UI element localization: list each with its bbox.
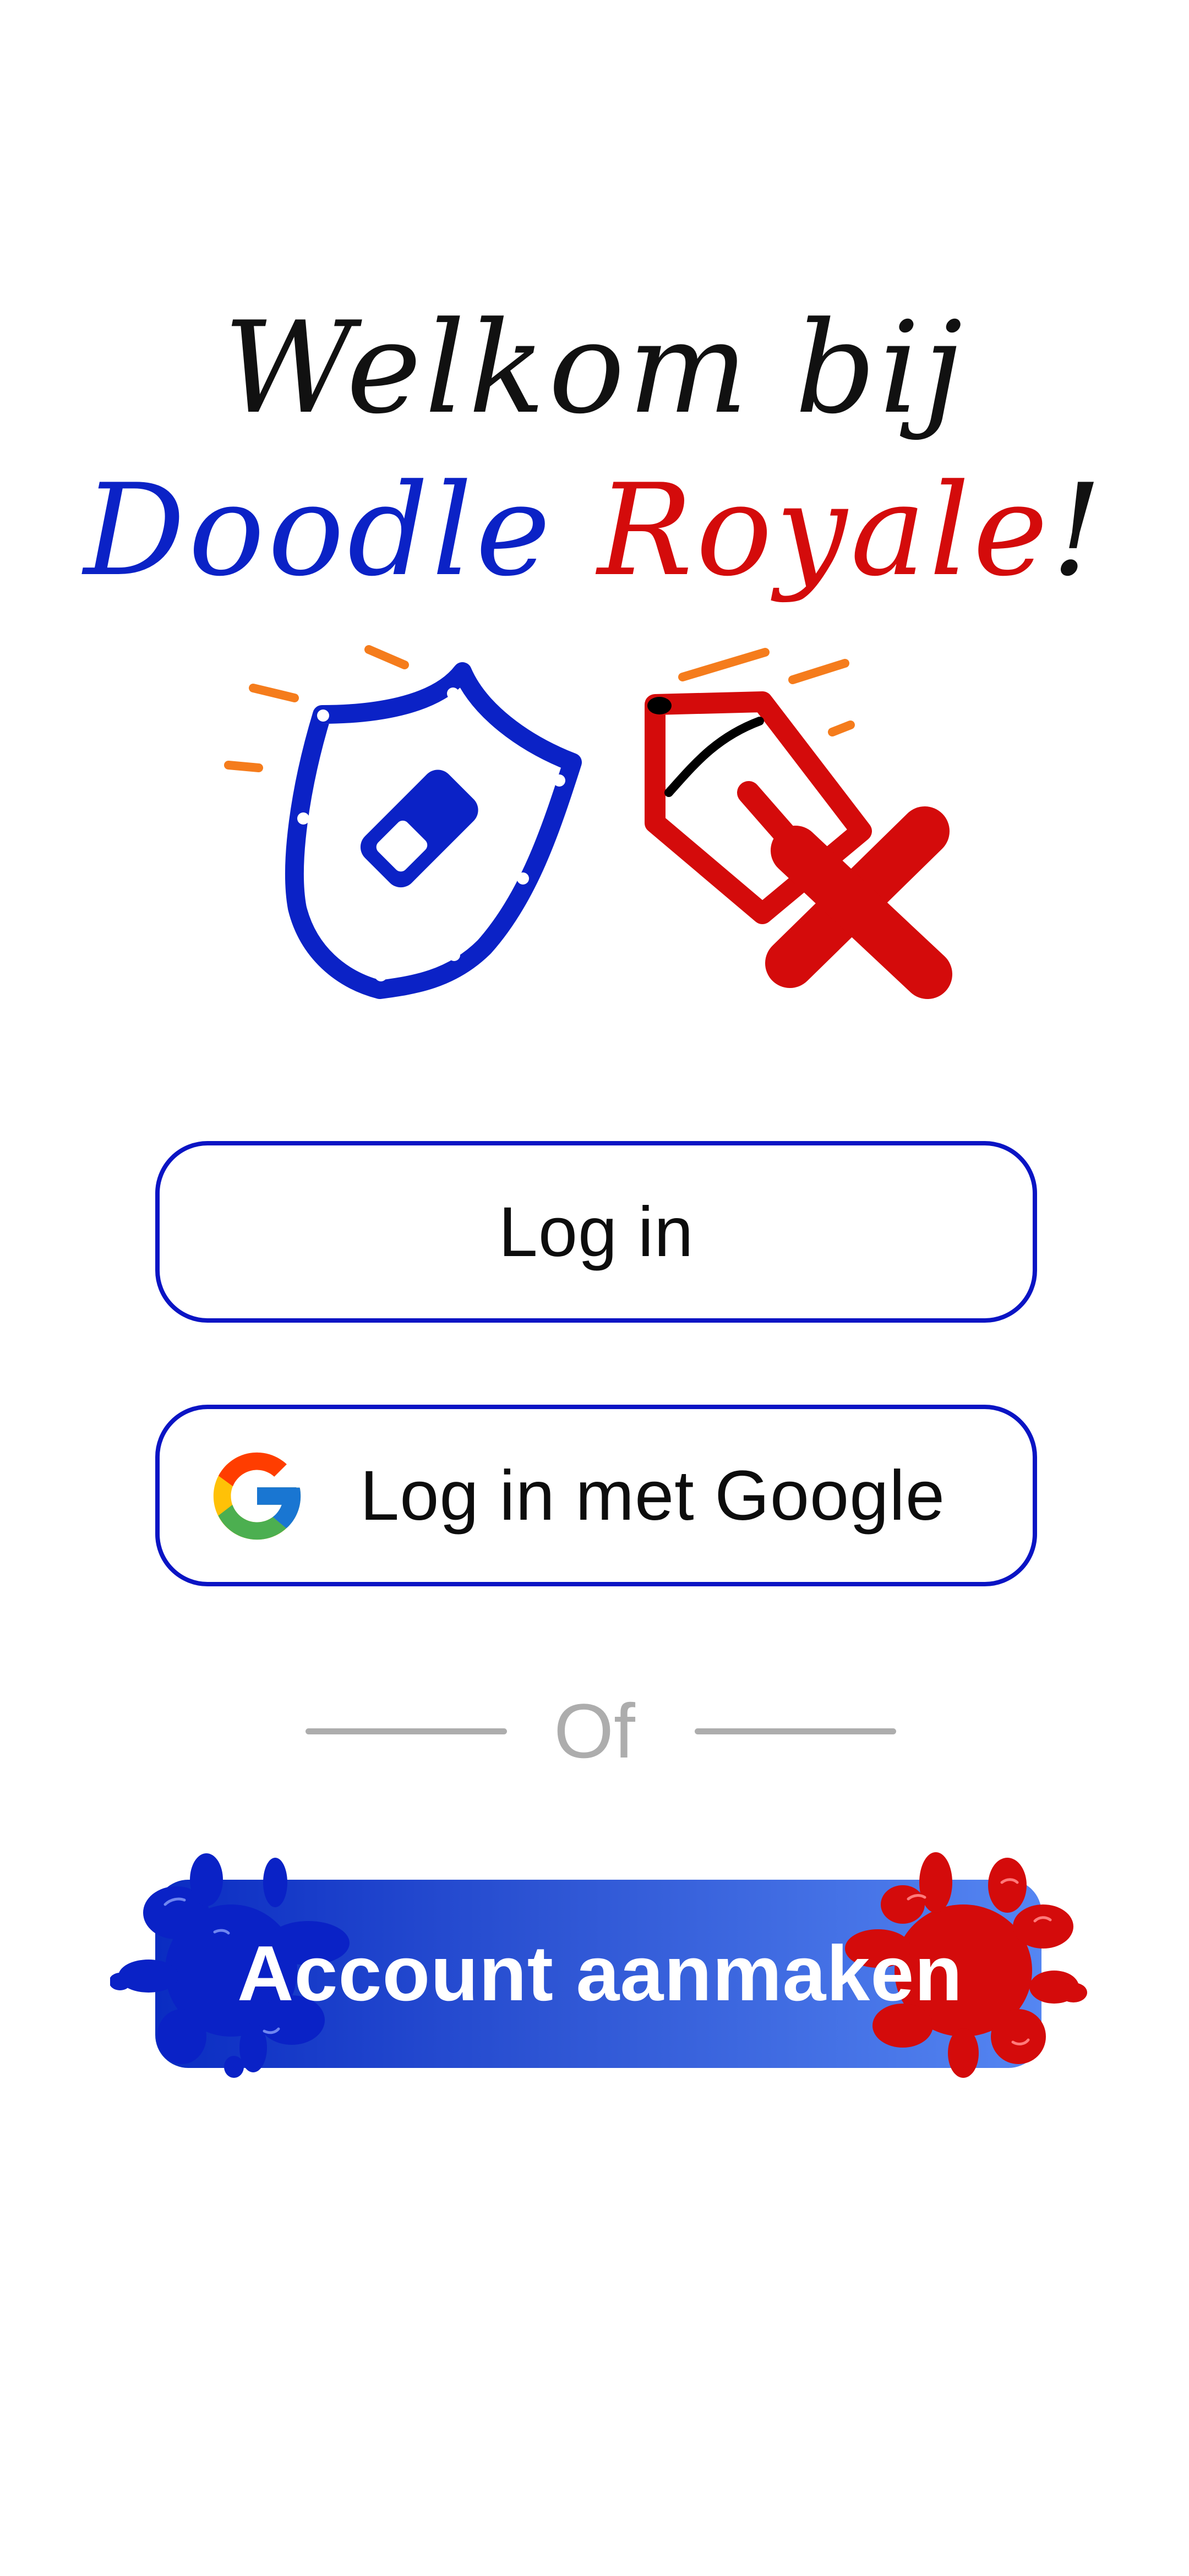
login-button-label: Log in bbox=[498, 1192, 694, 1271]
or-divider: Of bbox=[0, 1690, 1189, 1772]
pen-sword-icon bbox=[645, 648, 952, 999]
shield-eraser-icon bbox=[224, 645, 582, 999]
divider-line-right bbox=[695, 1728, 896, 1734]
app-name-part-doodle: Doodle bbox=[83, 457, 554, 604]
login-button[interactable]: Log in bbox=[155, 1141, 1037, 1323]
google-icon bbox=[213, 1452, 301, 1540]
app-name-title: Doodle Royale! bbox=[0, 468, 1189, 594]
welcome-title: Welkom bij bbox=[223, 295, 966, 442]
divider-text: Of bbox=[554, 1688, 635, 1774]
hero-illustration bbox=[224, 645, 952, 999]
app-name-part-royale: Royale bbox=[597, 457, 1051, 604]
red-paint-splat-icon bbox=[845, 1852, 1087, 2078]
google-login-button[interactable]: Log in met Google bbox=[155, 1405, 1037, 1586]
google-login-button-label: Log in met Google bbox=[360, 1456, 945, 1535]
create-account-area: Account aanmaken bbox=[110, 1838, 1090, 2092]
exclamation-mark: ! bbox=[1051, 457, 1106, 604]
blue-paint-splat-icon bbox=[110, 1853, 350, 2078]
